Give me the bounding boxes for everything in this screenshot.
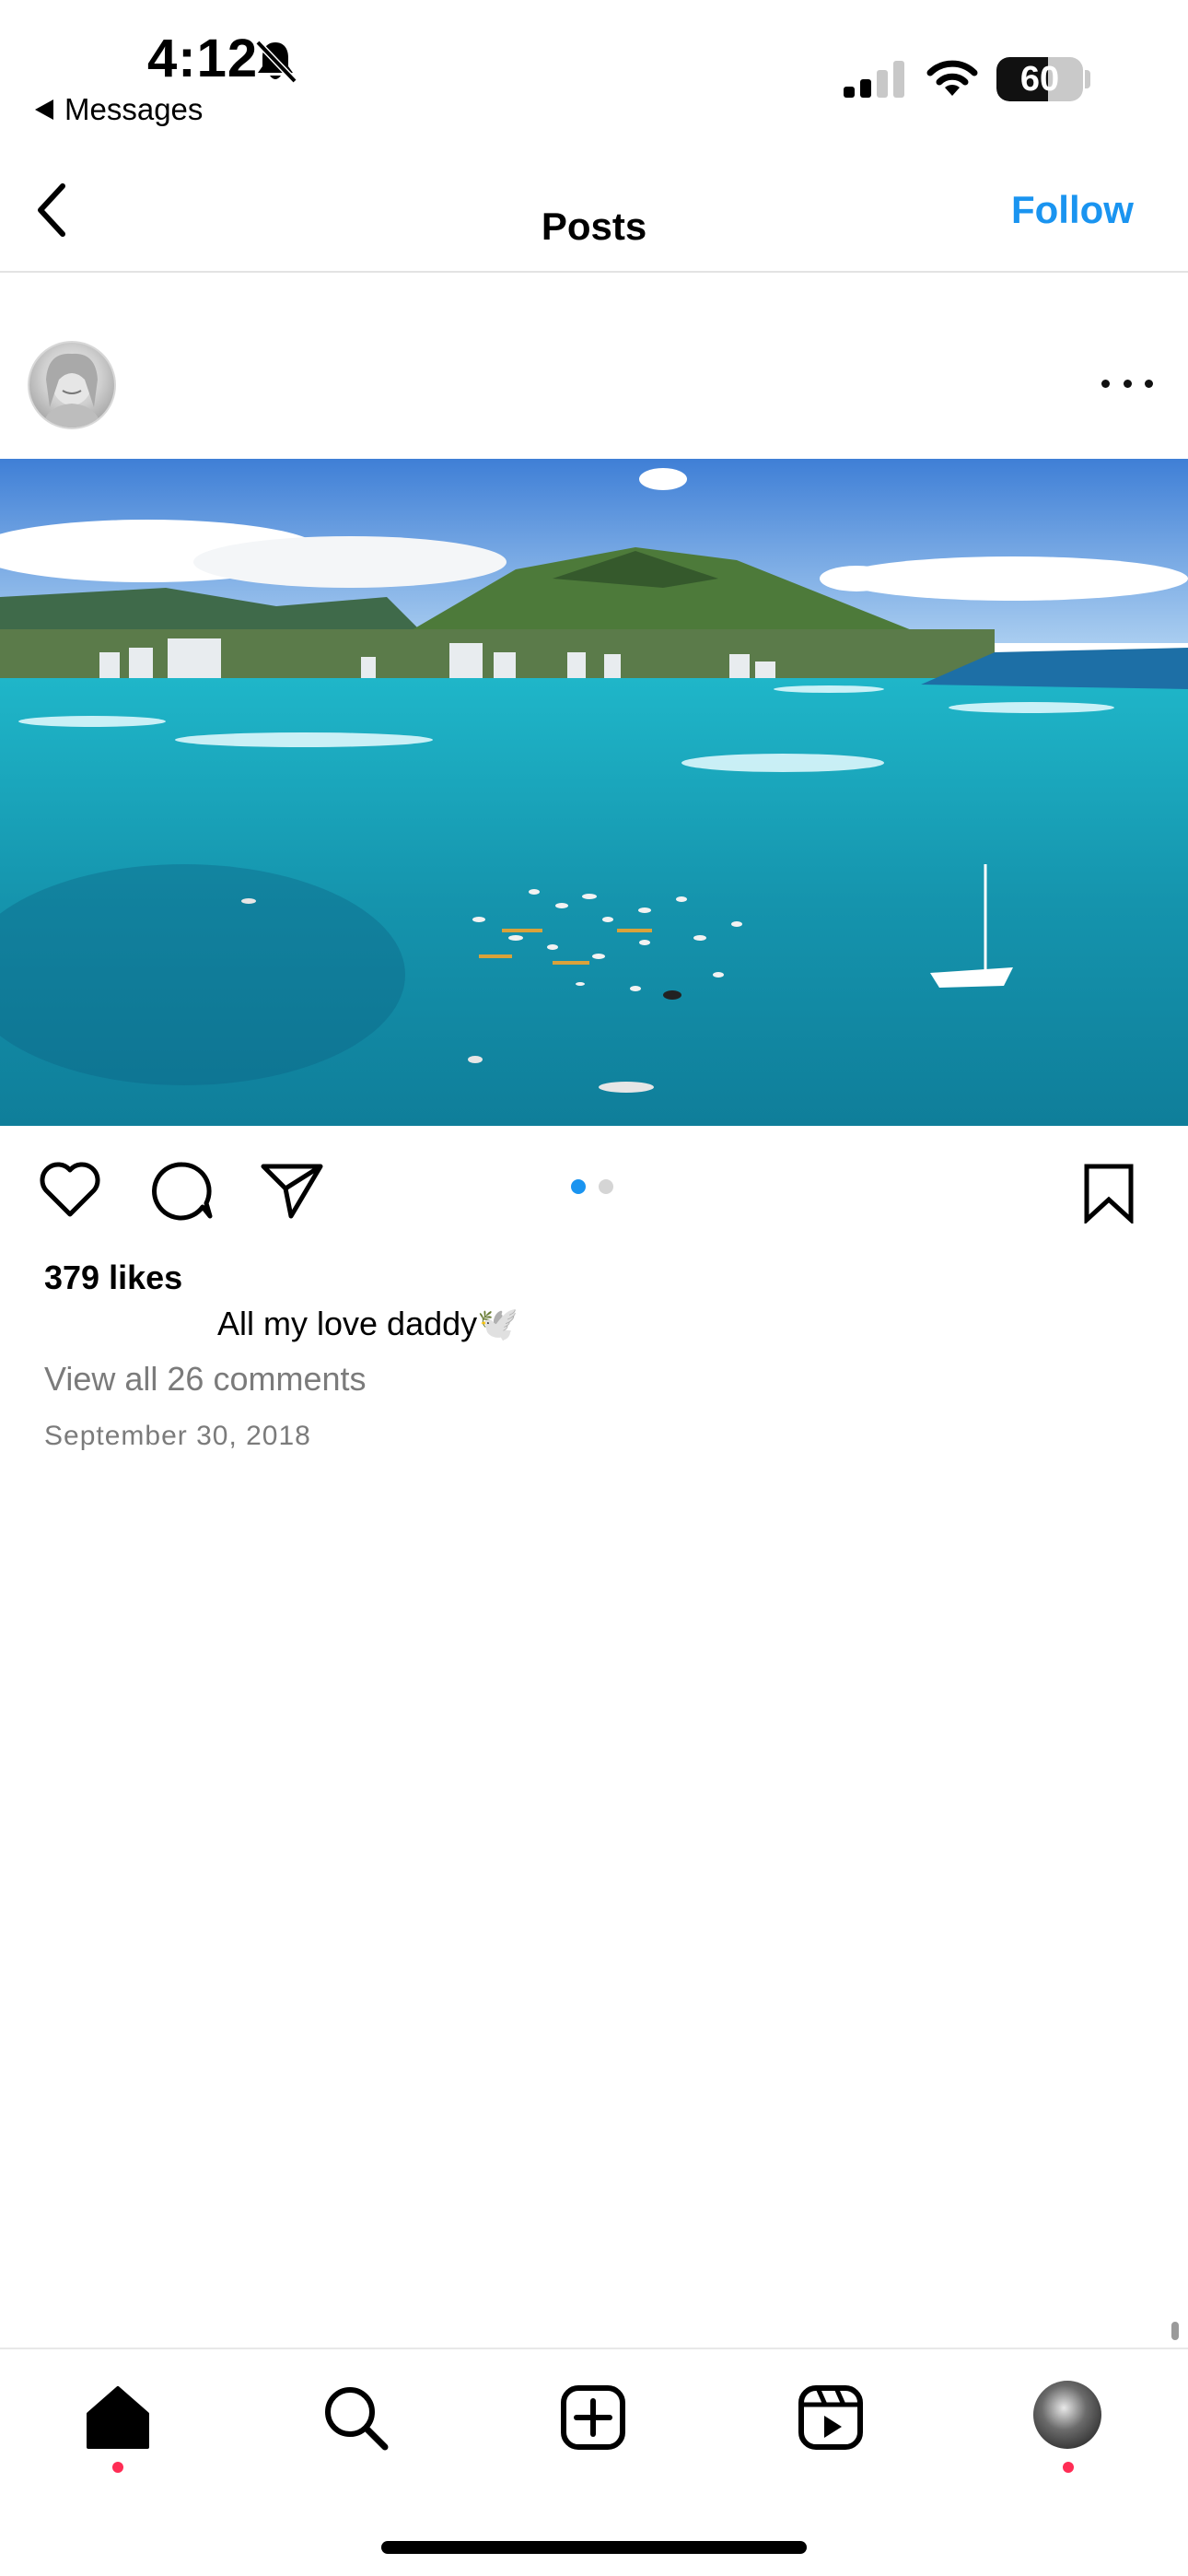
carousel-dots [571, 1179, 613, 1194]
tab-reels[interactable] [794, 2381, 868, 2454]
more-options-button[interactable] [1101, 372, 1153, 394]
dot-icon [1101, 379, 1110, 388]
search-icon [325, 2387, 389, 2451]
carousel-dot [571, 1179, 586, 1194]
carousel-dot [599, 1179, 613, 1194]
battery-cap [1085, 70, 1090, 88]
page-title: Posts [541, 205, 647, 248]
battery-percent: 60 [1019, 60, 1060, 99]
comment-bubble-icon[interactable] [149, 1159, 215, 1222]
post-photo[interactable] [0, 459, 1188, 1126]
status-time: 4:12 [147, 29, 259, 88]
home-icon [87, 2386, 149, 2449]
heart-icon[interactable] [37, 1159, 103, 1220]
avatar-portrait [42, 353, 101, 427]
back-to-messages-link[interactable]: Messages [35, 92, 203, 127]
scroll-indicator[interactable] [1171, 2322, 1179, 2340]
tab-search[interactable] [319, 2381, 392, 2454]
tab-home[interactable] [81, 2381, 155, 2454]
tab-bar-divider [0, 2348, 1188, 2349]
bookmark-icon[interactable] [1081, 1163, 1136, 1224]
profile-notification-dot [1063, 2462, 1074, 2473]
wifi-icon [926, 60, 978, 96]
reels-icon [798, 2385, 863, 2450]
cellular-signal-icon [844, 61, 904, 98]
dot-icon [1123, 379, 1132, 388]
add-post-icon [561, 2385, 625, 2450]
author-avatar[interactable] [28, 341, 116, 429]
tab-create[interactable] [556, 2381, 630, 2454]
back-to-messages-label: Messages [64, 92, 204, 126]
follow-button[interactable]: Follow [1011, 188, 1134, 232]
likes-count[interactable]: 379 likes [44, 1259, 182, 1297]
battery-indicator: 60 [996, 57, 1083, 101]
home-notification-dot [112, 2462, 123, 2473]
home-indicator[interactable] [381, 2541, 807, 2554]
bell-slash-icon [255, 40, 297, 84]
dot-icon [1145, 379, 1153, 388]
back-arrow-icon [35, 100, 53, 120]
tab-profile[interactable] [1033, 2381, 1101, 2449]
post-date: September 30, 2018 [44, 1421, 311, 1451]
view-comments-link[interactable]: View all 26 comments [44, 1360, 367, 1399]
post-caption: All my love daddy🕊️ [217, 1305, 518, 1342]
header-divider [0, 271, 1188, 273]
paper-plane-icon[interactable] [260, 1161, 324, 1220]
